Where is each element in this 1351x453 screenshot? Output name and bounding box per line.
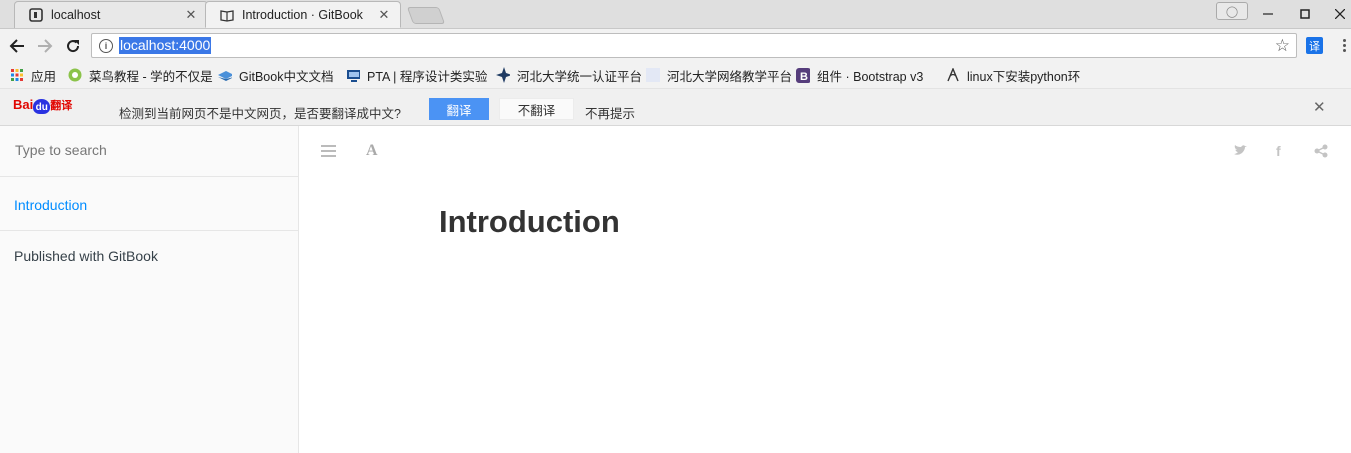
translate-extension-icon[interactable]: 译 — [1306, 37, 1323, 54]
reload-icon[interactable] — [62, 35, 84, 57]
never-prompt-link[interactable]: 不再提示 — [585, 103, 635, 122]
bootstrap-icon: B — [796, 67, 810, 83]
close-icon[interactable]: ✕ — [1313, 98, 1326, 116]
translate-button[interactable]: 翻译 — [429, 98, 489, 120]
divider — [0, 230, 298, 231]
bookmark-label: PTA | 程序设计类实验 — [367, 69, 488, 84]
baidu-translate-logo: Bai du 翻译 — [13, 97, 73, 114]
bookmark-hbu-teaching[interactable]: 河北大学网络教学平台 — [646, 62, 796, 88]
published-with-gitbook-link[interactable]: Published with GitBook — [14, 248, 158, 264]
bookmark-bootstrap[interactable]: B 组件 · Bootstrap v3 — [796, 62, 946, 88]
bookmarks-bar: 应用 菜鸟教程 - 学的不仅是 GitBook中文文档 PTA | 程序设计类实… — [0, 62, 1351, 88]
search-input[interactable] — [13, 141, 287, 159]
bookmark-label: 组件 · Bootstrap v3 — [817, 69, 924, 84]
maximize-icon[interactable] — [1293, 0, 1317, 28]
tab-title: localhost — [51, 8, 101, 22]
menu-icon[interactable] — [1343, 39, 1347, 54]
search-box — [0, 126, 298, 177]
summary-item-introduction[interactable]: Introduction — [14, 197, 87, 213]
profile-icon[interactable]: ◯ — [1216, 2, 1248, 20]
bookmark-pta[interactable]: PTA | 程序设计类实验 — [346, 62, 496, 88]
bookmark-apps[interactable]: 应用 — [10, 62, 68, 88]
bookmark-label: linux下安装python环 — [967, 69, 1081, 84]
tab-strip: localhost ✕ Introduction · GitBook ✕ ◯ — [0, 0, 1351, 29]
close-icon[interactable]: ✕ — [183, 7, 199, 23]
share-icon[interactable] — [1314, 144, 1328, 161]
minimize-icon[interactable] — [1256, 0, 1280, 28]
twitter-icon[interactable] — [1233, 144, 1247, 160]
pta-icon — [346, 68, 360, 82]
apps-grid-icon — [11, 69, 23, 81]
blank-page-icon — [646, 68, 660, 82]
bookmark-hbu-auth[interactable]: 河北大学统一认证平台 — [496, 62, 646, 88]
facebook-icon[interactable]: f — [1276, 143, 1281, 159]
forward-icon[interactable] — [34, 35, 56, 57]
tab-title: Introduction · GitBook — [242, 7, 363, 22]
gitbook-icon — [218, 68, 232, 82]
close-icon[interactable]: ✕ — [376, 7, 392, 23]
new-tab-button[interactable] — [406, 7, 446, 24]
book-icon — [220, 9, 234, 22]
bookmark-python[interactable]: linux下安装python环 — [946, 62, 1086, 88]
bookmark-runoob[interactable]: 菜鸟教程 - 学的不仅是 — [68, 62, 218, 88]
svg-text:B: B — [800, 71, 808, 83]
bookmark-label: 菜鸟教程 - 学的不仅是 — [89, 69, 213, 84]
close-window-icon[interactable] — [1328, 0, 1351, 28]
info-icon[interactable]: i — [99, 39, 113, 53]
book-body: A f Introduction — [299, 126, 1351, 453]
bookmark-label: 应用 — [31, 69, 57, 84]
bookmark-star-icon[interactable]: ☆ — [1275, 36, 1290, 56]
translate-infobar: Bai du 翻译 检测到当前网页不是中文网页，是否要翻译成中文? 翻译 不翻译 不… — [0, 88, 1351, 126]
bookmark-label: 河北大学网络教学平台 — [667, 69, 793, 84]
font-settings-icon[interactable]: A — [366, 142, 378, 160]
translate-message: 检测到当前网页不是中文网页，是否要翻译成中文? — [119, 107, 401, 121]
bookmark-gitbook[interactable]: GitBook中文文档 — [218, 62, 346, 88]
hbu-icon — [496, 67, 510, 83]
browser-toolbar: i localhost:4000 ☆ 译 — [0, 29, 1351, 62]
runoob-icon — [68, 68, 82, 82]
url-text[interactable]: localhost:4000 — [119, 37, 212, 54]
page-icon — [29, 8, 43, 22]
python-icon — [946, 68, 960, 82]
bookmark-label: GitBook中文文档 — [239, 69, 334, 84]
tab-localhost[interactable]: localhost ✕ — [14, 1, 208, 28]
address-bar[interactable]: i localhost:4000 ☆ — [91, 33, 1297, 58]
bookmark-label: 河北大学统一认证平台 — [517, 69, 643, 84]
toggle-sidebar-icon[interactable] — [321, 144, 336, 160]
page-heading: Introduction — [439, 204, 620, 239]
book-summary-sidebar: Introduction Published with GitBook — [0, 126, 299, 453]
tab-introduction[interactable]: Introduction · GitBook ✕ — [205, 1, 401, 28]
back-icon[interactable] — [6, 35, 28, 57]
no-translate-button[interactable]: 不翻译 — [499, 98, 574, 120]
